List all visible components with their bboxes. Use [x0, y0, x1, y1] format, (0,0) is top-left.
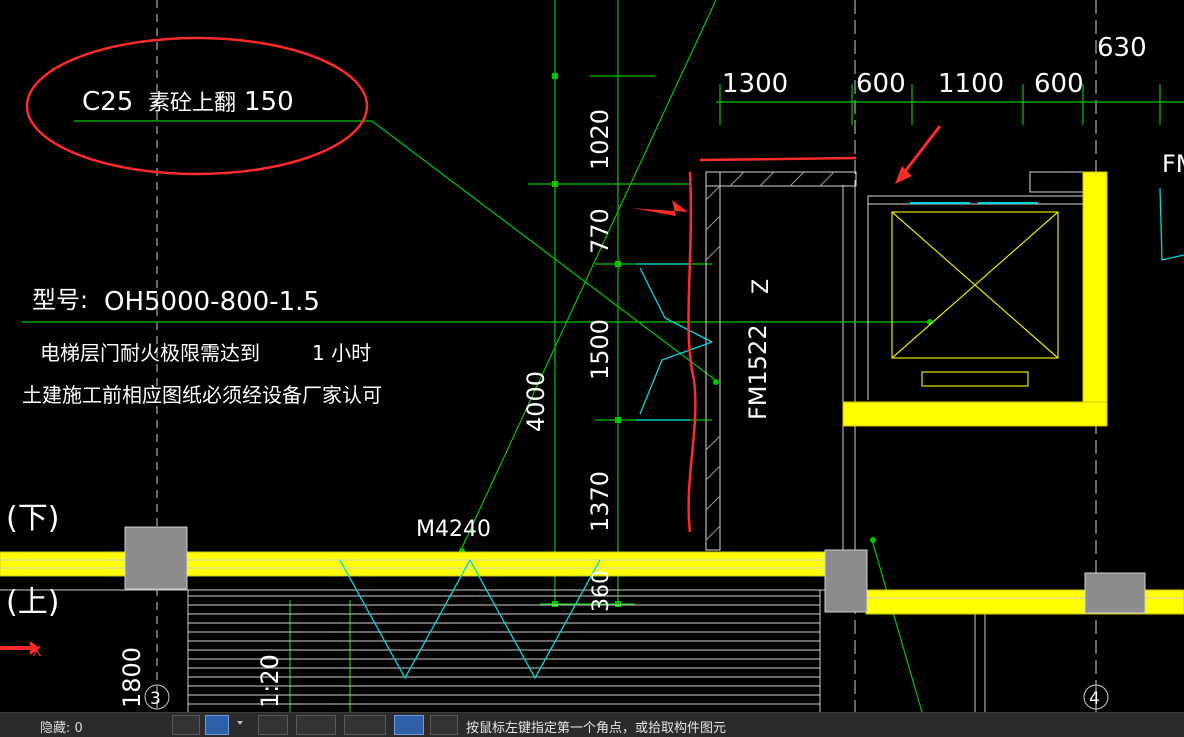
hidden-count: 隐藏: 0 — [40, 721, 83, 736]
command-prompt: 按鼠标左键指定第一个角点，或拾取构件图元 — [466, 721, 727, 736]
door-fm1522: FM1522 — [744, 324, 772, 420]
status-bar: 隐藏: 0 按鼠标左键指定第一个角点，或拾取构件图元 — [0, 712, 1184, 737]
dim-600-b: 600 — [1034, 69, 1084, 99]
polyline-icon[interactable] — [430, 715, 458, 735]
axis-x: X — [32, 644, 42, 660]
dim-630: 630 — [1097, 33, 1147, 63]
door-m4240: M4240 — [416, 517, 491, 542]
elevator-car — [891, 211, 1059, 387]
rect-select-icon[interactable] — [205, 715, 229, 735]
scale-text: 1:20 — [256, 654, 284, 708]
door-fm-cut: FM — [1162, 150, 1184, 178]
point-tool-icon[interactable] — [344, 715, 386, 735]
stair-down: (下) — [6, 501, 59, 536]
note-grade: C25 — [82, 87, 133, 117]
dim-1800: 1800 — [118, 647, 146, 708]
line-tool-icon[interactable] — [296, 715, 336, 735]
snap-icon[interactable] — [172, 715, 200, 735]
fire-note: 电梯层门耐火极限需达到 — [40, 341, 260, 365]
dim-4000: 4000 — [522, 371, 550, 432]
construction-note: 土建施工前相应图纸必须经设备厂家认可 — [22, 383, 382, 407]
dim-1300: 1300 — [722, 69, 788, 99]
display-icon[interactable] — [394, 715, 424, 735]
grid-3: 3 — [150, 689, 161, 709]
note-height: 150 — [244, 87, 294, 117]
note-desc: 素砼上翻 — [148, 91, 236, 116]
fire-note-value: 1 小时 — [312, 341, 371, 365]
dim-1370: 1370 — [586, 471, 614, 532]
vertical-texts: 1020 770 1500 1370 360 4000 FM1522 Z 180… — [118, 109, 774, 708]
cross-select-icon[interactable] — [258, 715, 288, 735]
drawing-canvas[interactable]: C25 素砼上翻 150 型号: OH5000-800-1.5 电梯层门耐火极限… — [0, 0, 1184, 712]
dim-360: 360 — [589, 570, 614, 612]
grid-4: 4 — [1089, 689, 1100, 709]
chevron-down-icon[interactable] — [237, 721, 243, 725]
dim-1100: 1100 — [938, 69, 1004, 99]
cad-window: C25 素砼上翻 150 型号: OH5000-800-1.5 电梯层门耐火极限… — [0, 0, 1184, 737]
model-value: OH5000-800-1.5 — [104, 287, 320, 317]
stair-up: (上) — [6, 585, 59, 620]
dim-600-a: 600 — [856, 69, 906, 99]
dimension-ticks — [459, 73, 933, 607]
model-label: 型号: — [32, 286, 88, 314]
dim-770: 770 — [586, 208, 614, 254]
dim-1020: 1020 — [586, 109, 614, 170]
dim-1500: 1500 — [586, 319, 614, 380]
mark-z: Z — [749, 279, 774, 294]
